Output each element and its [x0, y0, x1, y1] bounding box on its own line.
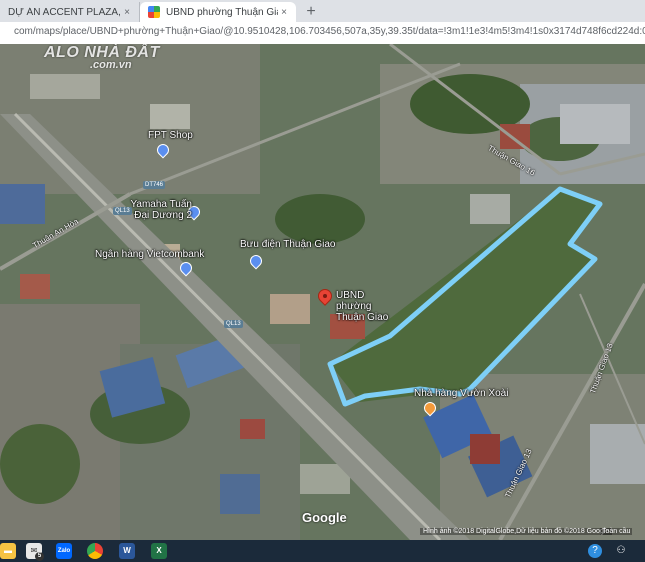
help-icon[interactable]: ? [588, 544, 602, 558]
zalo-icon[interactable]: Zalo [56, 543, 72, 559]
place-label-nha-hang[interactable]: Nhà hàng Vườn Xoài [414, 388, 508, 399]
map-attribution-extra[interactable]: Toàn cầu [600, 528, 633, 535]
place-label-fpt-shop[interactable]: FPT Shop [148, 130, 193, 141]
google-logo: Google [302, 510, 347, 525]
watermark-sub: .com.vn [90, 59, 132, 71]
browser-tab-ubnd[interactable]: UBND phường Thuận Giao - Goo × [140, 2, 296, 22]
road-label-dt746: DT746 [143, 181, 166, 189]
road-label-ql13: QL13 [224, 320, 243, 328]
map-attribution: Hình ảnh ©2018 DigitalGlobe,Dữ liệu bản … [420, 528, 613, 535]
browser-tab-strip: DỰ ÁN ACCENT PLAZA, BÌNH TH × UBND phườn… [0, 0, 645, 22]
place-label-yamaha[interactable]: Yamaha Tuấn Đại Dương 2 [126, 199, 192, 221]
satellite-map[interactable]: ALO NHÀ ĐẤT .com.vn FPT Shop DT746 QL13 … [0, 44, 645, 540]
google-maps-favicon-icon [148, 6, 160, 18]
excel-icon[interactable]: X [151, 543, 167, 559]
file-explorer-icon[interactable]: ▬ [0, 543, 16, 559]
new-tab-button[interactable]: + [302, 3, 320, 21]
place-label-ubnd[interactable]: UBND phường Thuận Giao [336, 290, 402, 323]
word-icon[interactable]: W [119, 543, 135, 559]
close-icon[interactable]: × [278, 7, 290, 18]
place-label-vietcombank[interactable]: Ngân hàng Vietcombank [95, 249, 204, 260]
pin-center-dot [323, 294, 327, 298]
windows-taskbar: ▬ ✉ 5 Zalo W X ? ⚇ [0, 540, 645, 562]
person-icon[interactable]: ⚇ [614, 544, 628, 558]
chrome-icon[interactable] [87, 543, 103, 559]
notification-badge: 5 [35, 552, 44, 561]
place-label-buu-dien[interactable]: Bưu điện Thuận Giao [240, 239, 335, 250]
close-icon[interactable]: × [121, 7, 133, 18]
address-bar[interactable]: com/maps/place/UBND+phường+Thuận+Giao/@1… [0, 22, 645, 45]
tab-title: UBND phường Thuận Giao - Goo [166, 6, 278, 18]
tab-title: DỰ ÁN ACCENT PLAZA, BÌNH TH [8, 6, 121, 18]
url-text: com/maps/place/UBND+phường+Thuận+Giao/@1… [14, 26, 645, 37]
browser-tab-accent-plaza[interactable]: DỰ ÁN ACCENT PLAZA, BÌNH TH × [0, 2, 140, 22]
